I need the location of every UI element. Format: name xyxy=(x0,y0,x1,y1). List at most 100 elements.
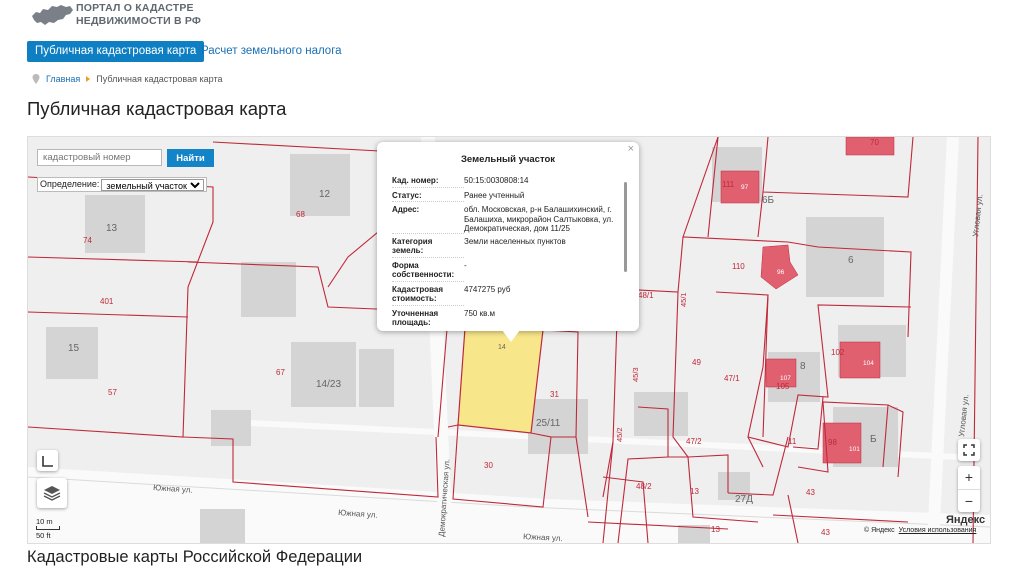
label-67: 67 xyxy=(276,368,285,377)
label-43b: 43 xyxy=(821,528,830,537)
scale-bottom: 50 ft xyxy=(36,531,51,540)
fullscreen-button[interactable] xyxy=(958,439,980,461)
ruler-icon xyxy=(41,455,53,467)
layers-button[interactable] xyxy=(37,478,67,508)
breadcrumb-current: Публичная кадастровая карта xyxy=(96,74,223,84)
cadastral-number-search-input[interactable] xyxy=(37,149,162,166)
popup-row-key: Форма собственности: xyxy=(392,261,464,282)
popup-row-value: 4747275 руб xyxy=(464,284,511,294)
popup-row: Категория земель: Земли населенных пункто… xyxy=(392,237,627,258)
label-27d: 27Д xyxy=(735,494,753,505)
label-104: 104 xyxy=(863,360,874,367)
popup-row-key: Статус: xyxy=(392,191,464,202)
label-70: 70 xyxy=(870,138,879,147)
tab-public-cadastral-map[interactable]: Публичная кадастровая карта xyxy=(27,41,205,62)
section-title: Кадастровые карты Российской Федерации xyxy=(27,548,363,566)
site-logo-text[interactable]: ПОРТАЛ О КАДАСТРЕ НЕДВИЖИМОСТИ В РФ xyxy=(76,2,201,28)
terms-link[interactable]: Условия использования xyxy=(899,527,977,534)
russia-map-logo xyxy=(32,5,73,25)
label-31: 31 xyxy=(550,390,559,399)
label-68: 68 xyxy=(296,210,305,219)
yandex-logo[interactable]: Яндекс xyxy=(946,514,985,526)
popup-pointer xyxy=(502,330,520,342)
label-6b: 6Б xyxy=(762,195,775,206)
location-pin-icon xyxy=(32,74,40,84)
popup-row-value: 50:15:0030808:14 xyxy=(464,176,529,185)
popup-row: Кадастровая стоимость: 4747275 руб xyxy=(392,285,627,306)
popup-scrollbar[interactable] xyxy=(624,182,627,272)
label-25-11: 25/11 xyxy=(536,418,561,429)
label-5b: Б xyxy=(870,434,877,445)
scale-top: 10 m xyxy=(36,517,53,526)
label-13c: 13 xyxy=(711,525,720,534)
definition-selector: Определение: земельный участок xyxy=(37,177,208,192)
popup-attributes: Кад. номер: 50:15:0030808:14 Статус: Ранее … xyxy=(392,176,627,326)
label-110: 110 xyxy=(732,262,745,271)
definition-select[interactable]: земельный участок xyxy=(101,178,205,191)
zoom-in-button[interactable]: + xyxy=(958,466,980,490)
label-401: 401 xyxy=(100,297,114,306)
label-43: 43 xyxy=(806,488,815,497)
copyright-text: © Яндекс xyxy=(864,527,895,534)
layers-icon xyxy=(43,486,61,501)
label-45-2: 45/2 xyxy=(615,427,624,442)
cadastral-map[interactable]: 68 74 401 57 67 30 31 48/1 49 47/1 47/2 … xyxy=(27,136,991,544)
breadcrumb: Главная Публичная кадастровая карта xyxy=(32,74,222,84)
label-96: 96 xyxy=(777,269,785,276)
label-74: 74 xyxy=(83,236,92,245)
popup-row-key: Уточненная площадь: xyxy=(392,309,464,327)
zoom-control: + − xyxy=(958,466,980,512)
popup-row-key: Кадастровая стоимость: xyxy=(392,285,464,306)
zoom-out-button[interactable]: − xyxy=(958,490,980,513)
fullscreen-icon xyxy=(963,444,975,456)
find-button[interactable]: Найти xyxy=(167,149,214,167)
map-scale: 10 m 50 ft xyxy=(36,517,60,540)
ruler-button[interactable] xyxy=(37,450,58,471)
popup-row: Уточненная площадь: 750 кв.м xyxy=(392,309,627,327)
label-57: 57 xyxy=(108,388,117,397)
label-105: 105 xyxy=(776,382,790,391)
popup-row-value: обл. Московская, р-н Балашихинский, г. Б… xyxy=(464,205,614,233)
popup-row-key: Адрес: xyxy=(392,205,464,234)
label-47-1: 47/1 xyxy=(724,374,740,383)
label-47-2: 47/2 xyxy=(686,437,702,446)
label-13b: 13 xyxy=(690,487,699,496)
popup-title: Земельный участок xyxy=(460,154,556,165)
scale-bar xyxy=(36,526,60,530)
popup-row: Форма собственности: - xyxy=(392,261,627,282)
popup-row-value: 750 кв.м xyxy=(464,308,496,318)
label-97: 97 xyxy=(741,184,749,191)
label-13: 13 xyxy=(106,223,118,234)
popup-row-value: Ранее учтенный xyxy=(464,190,525,200)
tab-land-tax-calc[interactable]: Расчет земельного налога xyxy=(193,41,350,62)
label-48-1: 48/1 xyxy=(638,291,654,300)
label-45-3: 45/3 xyxy=(631,367,640,382)
definition-label: Определение: xyxy=(40,179,100,189)
label-45-1: 45/1 xyxy=(679,292,688,307)
label-15: 15 xyxy=(68,343,80,354)
label-98: 98 xyxy=(828,438,837,447)
map-copyright: © Яндекс Условия использования xyxy=(864,527,976,534)
popup-row-key: Категория земель: xyxy=(392,237,464,258)
label-30: 30 xyxy=(484,461,493,470)
popup-row-value: - xyxy=(464,260,467,270)
popup-row: Кад. номер: 50:15:0030808:14 xyxy=(392,176,627,188)
popup-row-key: Кад. номер: xyxy=(392,176,464,188)
label-107: 107 xyxy=(780,375,791,382)
label-111: 111 xyxy=(722,180,735,189)
label-48-2: 48/2 xyxy=(636,482,652,491)
label-14-23: 14/23 xyxy=(316,379,341,390)
popup-row-value: Земли населенных пунктов xyxy=(464,236,566,246)
label-6: 6 xyxy=(848,255,854,266)
label-12: 12 xyxy=(319,189,331,200)
label-11: 11 xyxy=(788,437,797,446)
breadcrumb-home[interactable]: Главная xyxy=(46,74,80,84)
parcel-info-popup: × Земельный участок Кад. номер: 50:15:003… xyxy=(377,142,639,342)
popup-row: Статус: Ранее учтенный xyxy=(392,190,627,202)
label-101: 101 xyxy=(849,446,860,453)
popup-row: Адрес: обл. Московская, р-н Балашихинский… xyxy=(392,205,627,234)
label-102: 102 xyxy=(831,348,845,357)
label-8: 8 xyxy=(800,361,806,372)
label-49: 49 xyxy=(692,358,701,367)
page-title: Публичная кадастровая карта xyxy=(27,98,287,119)
